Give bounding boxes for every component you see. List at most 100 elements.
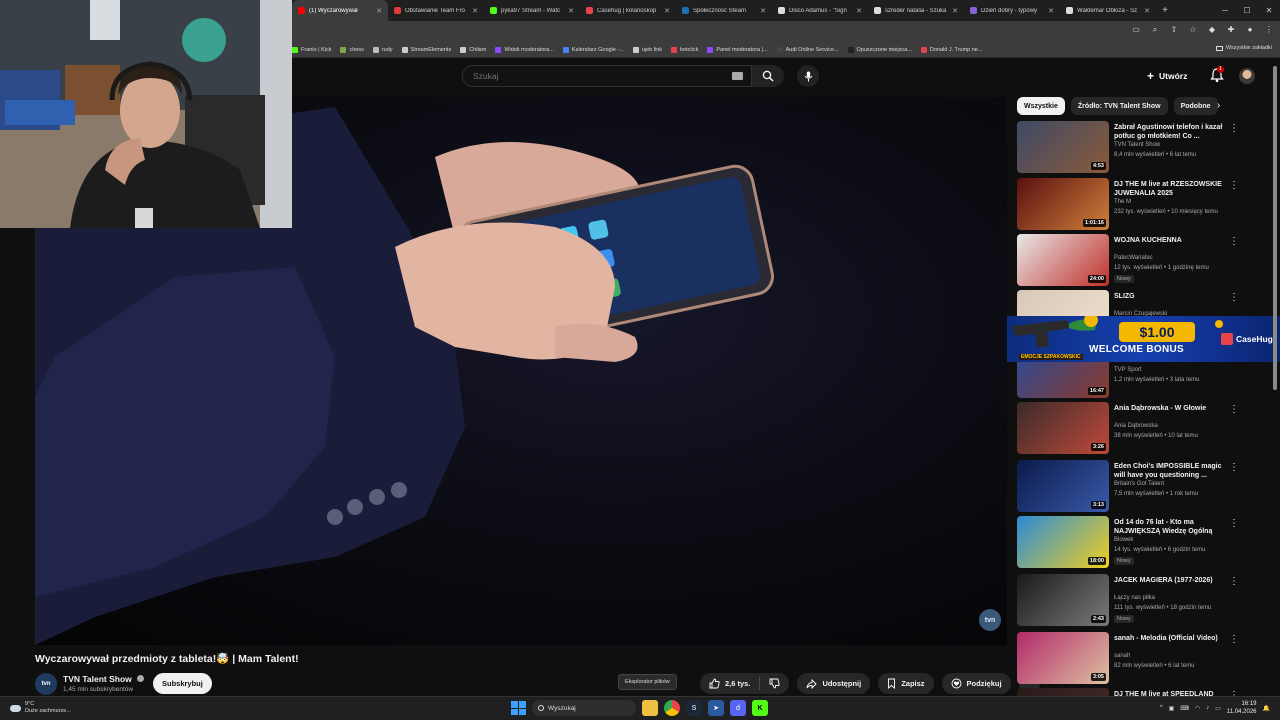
app-tray-icon[interactable]: ▣	[1169, 705, 1175, 712]
tab-close-icon[interactable]: ✕	[1048, 7, 1054, 15]
minimize-icon[interactable]: ─	[1214, 0, 1236, 21]
tab-close-icon[interactable]: ✕	[856, 7, 862, 15]
video-thumbnail[interactable]: 3:13	[1017, 460, 1109, 512]
recommended-channel[interactable]: Blowek	[1114, 537, 1133, 543]
start-button[interactable]	[510, 700, 526, 716]
sidebar-scrollbar[interactable]	[1273, 66, 1277, 390]
browser-tab[interactable]: szreder natalia - Szuka ✕	[868, 0, 964, 21]
close-icon[interactable]: ✕	[1258, 0, 1280, 21]
create-button[interactable]: + Utwórz	[1147, 67, 1187, 85]
tab-close-icon[interactable]: ✕	[376, 7, 382, 15]
file-explorer-icon[interactable]	[642, 700, 658, 716]
bookmark-item[interactable]: Chiłam	[460, 46, 486, 53]
channel-avatar[interactable]: tvn	[35, 673, 57, 695]
filter-chip[interactable]: Wszystkie	[1017, 97, 1065, 115]
recommended-channel[interactable]: Ania Dąbrowska	[1114, 423, 1158, 429]
chevron-up-icon[interactable]: ^	[1160, 705, 1163, 711]
steam-icon[interactable]: S	[686, 700, 702, 716]
browser-tab[interactable]: Disco Adamus - "Sign ✕	[772, 0, 868, 21]
taskbar-search[interactable]: Wyszukaj	[532, 700, 636, 716]
clock[interactable]: 16:19 11.04.2026	[1227, 700, 1257, 716]
wifi-icon[interactable]: ◠	[1195, 705, 1200, 712]
bookmark-item[interactable]: betclick	[671, 46, 698, 53]
more-vertical-icon[interactable]: ⋮	[1229, 576, 1239, 587]
tab-close-icon[interactable]: ✕	[952, 7, 958, 15]
new-tab-button[interactable]: +	[1156, 5, 1174, 16]
video-thumbnail[interactable]: 1:01:16	[1017, 178, 1109, 230]
recommended-video[interactable]: 3:05 sanah - Melodia (Official Video) sana…	[1017, 632, 1247, 686]
more-vertical-icon[interactable]: ⋮	[1229, 404, 1239, 415]
browser-tab[interactable]: (1) Wyczarowywał ✕	[292, 0, 388, 21]
cast-icon[interactable]: ▭	[1131, 25, 1141, 35]
video-thumbnail[interactable]: 2:43	[1017, 574, 1109, 626]
bookmark-item[interactable]: Donald J. Trump ne...	[920, 46, 982, 53]
recommended-title[interactable]: sanah - Melodia (Official Video)	[1114, 634, 1227, 643]
language-icon[interactable]: ⌨	[1180, 705, 1189, 712]
more-vertical-icon[interactable]: ⋮	[1229, 292, 1239, 303]
bookmark-item[interactable]: Opuszczone miejsca...	[847, 46, 912, 53]
recommended-channel[interactable]: TVP Sport	[1114, 367, 1142, 373]
browser-tab[interactable]: Waldemar Obłoza - Sz ✕	[1060, 0, 1156, 21]
recommended-title[interactable]: WOJNA KUCHENNA	[1114, 236, 1227, 245]
recommended-video[interactable]: 2:43 JACEK MAGIERA (1977-2026) Łączy nas p…	[1017, 574, 1247, 628]
thanks-button[interactable]: Podziękuj	[941, 673, 1011, 694]
bookmark-item[interactable]: ujeb link	[632, 46, 662, 53]
kick-icon[interactable]: K	[752, 700, 768, 716]
video-thumbnail[interactable]: 24:00	[1017, 234, 1109, 286]
video-thumbnail[interactable]: 3:05	[1017, 632, 1109, 684]
tab-close-icon[interactable]: ✕	[568, 7, 574, 15]
share-page-icon[interactable]: ⇧	[1169, 25, 1179, 35]
recommended-title[interactable]: Od 14 do 76 lat - Kto ma NAJWIĘKSZĄ Wied…	[1114, 518, 1227, 536]
bookmark-item[interactable]: Franio | Kick	[292, 46, 331, 53]
bookmark-item[interactable]: chess	[340, 46, 364, 53]
recommended-title[interactable]: Ania Dąbrowska - W Głowie	[1114, 404, 1227, 413]
send-icon[interactable]: ➤	[708, 700, 724, 716]
channel-name[interactable]: TVN Talent Show	[63, 674, 145, 684]
recommended-channel[interactable]: sanah	[1114, 653, 1130, 659]
search-box[interactable]	[462, 65, 752, 87]
search-button[interactable]	[752, 65, 784, 87]
bookmark-item[interactable]: rudy	[372, 46, 393, 53]
search-input[interactable]	[473, 71, 713, 81]
recommended-video[interactable]: 24:00 WOJNA KUCHENNA PatecWariatec 12 tys. …	[1017, 234, 1247, 288]
promo-banner[interactable]: $1.00 WELCOME BONUS CaseHug EMOCJE SZPAK…	[1007, 316, 1280, 362]
notifications-icon[interactable]: 🔔	[1263, 705, 1270, 712]
more-vertical-icon[interactable]: ⋮	[1229, 634, 1239, 645]
recommended-title[interactable]: JACEK MAGIERA (1977-2026)	[1114, 576, 1227, 585]
discord-icon[interactable]: d	[730, 700, 746, 716]
chevron-right-icon[interactable]: ›	[1217, 100, 1220, 111]
dislike-button[interactable]	[760, 673, 789, 694]
bookmark-item[interactable]: Widok moderatora...	[495, 46, 554, 53]
more-vertical-icon[interactable]: ⋮	[1229, 180, 1239, 191]
like-button[interactable]: 2,6 tys.	[700, 673, 759, 694]
menu-icon[interactable]: ⋮	[1264, 25, 1274, 35]
recommended-video[interactable]: 18:00 Od 14 do 76 lat - Kto ma NAJWIĘKSZĄ…	[1017, 516, 1247, 570]
account-avatar[interactable]	[1239, 68, 1255, 84]
video-thumbnail[interactable]: 18:00	[1017, 516, 1109, 568]
more-vertical-icon[interactable]: ⋮	[1229, 123, 1239, 134]
recommended-video[interactable]: 3:26 Ania Dąbrowska - W Głowie Ania Dąbrow…	[1017, 402, 1247, 456]
recommended-channel[interactable]: PatecWariatec	[1114, 255, 1153, 261]
voice-search-button[interactable]	[797, 65, 819, 87]
maximize-icon[interactable]: ☐	[1236, 0, 1258, 21]
profile-icon[interactable]: ●	[1245, 25, 1255, 35]
recommended-title[interactable]: DJ THE M live at RZESZOWSKIE JUWENALIA 2…	[1114, 180, 1227, 198]
more-vertical-icon[interactable]: ⋮	[1229, 462, 1239, 473]
all-bookmarks[interactable]: Wszystkie zakładki	[1215, 45, 1272, 51]
video-thumbnail[interactable]: 3:26	[1017, 402, 1109, 454]
recommended-channel[interactable]: Łączy nas piłka	[1114, 595, 1155, 601]
video-thumbnail[interactable]: 4:53	[1017, 121, 1109, 173]
save-button[interactable]: Zapisz	[878, 673, 934, 694]
battery-icon[interactable]: ▭	[1215, 705, 1221, 712]
recommended-title[interactable]: ŚLIZG	[1114, 292, 1227, 301]
browser-tab[interactable]: Dzień dobry - typowy ✕	[964, 0, 1060, 21]
chrome-icon[interactable]	[664, 700, 680, 716]
keyboard-icon[interactable]	[732, 72, 743, 80]
bookmark-item[interactable]: Audi Online Service...	[776, 46, 839, 53]
tab-close-icon[interactable]: ✕	[760, 7, 766, 15]
volume-icon[interactable]: ♪	[1206, 705, 1209, 711]
channel-watermark[interactable]: tvn	[979, 609, 1001, 631]
recommended-channel[interactable]: TVN Talent Show	[1114, 142, 1160, 148]
bookmark-item[interactable]: Kalendarz Google -...	[562, 46, 624, 53]
tab-close-icon[interactable]: ✕	[1144, 7, 1150, 15]
